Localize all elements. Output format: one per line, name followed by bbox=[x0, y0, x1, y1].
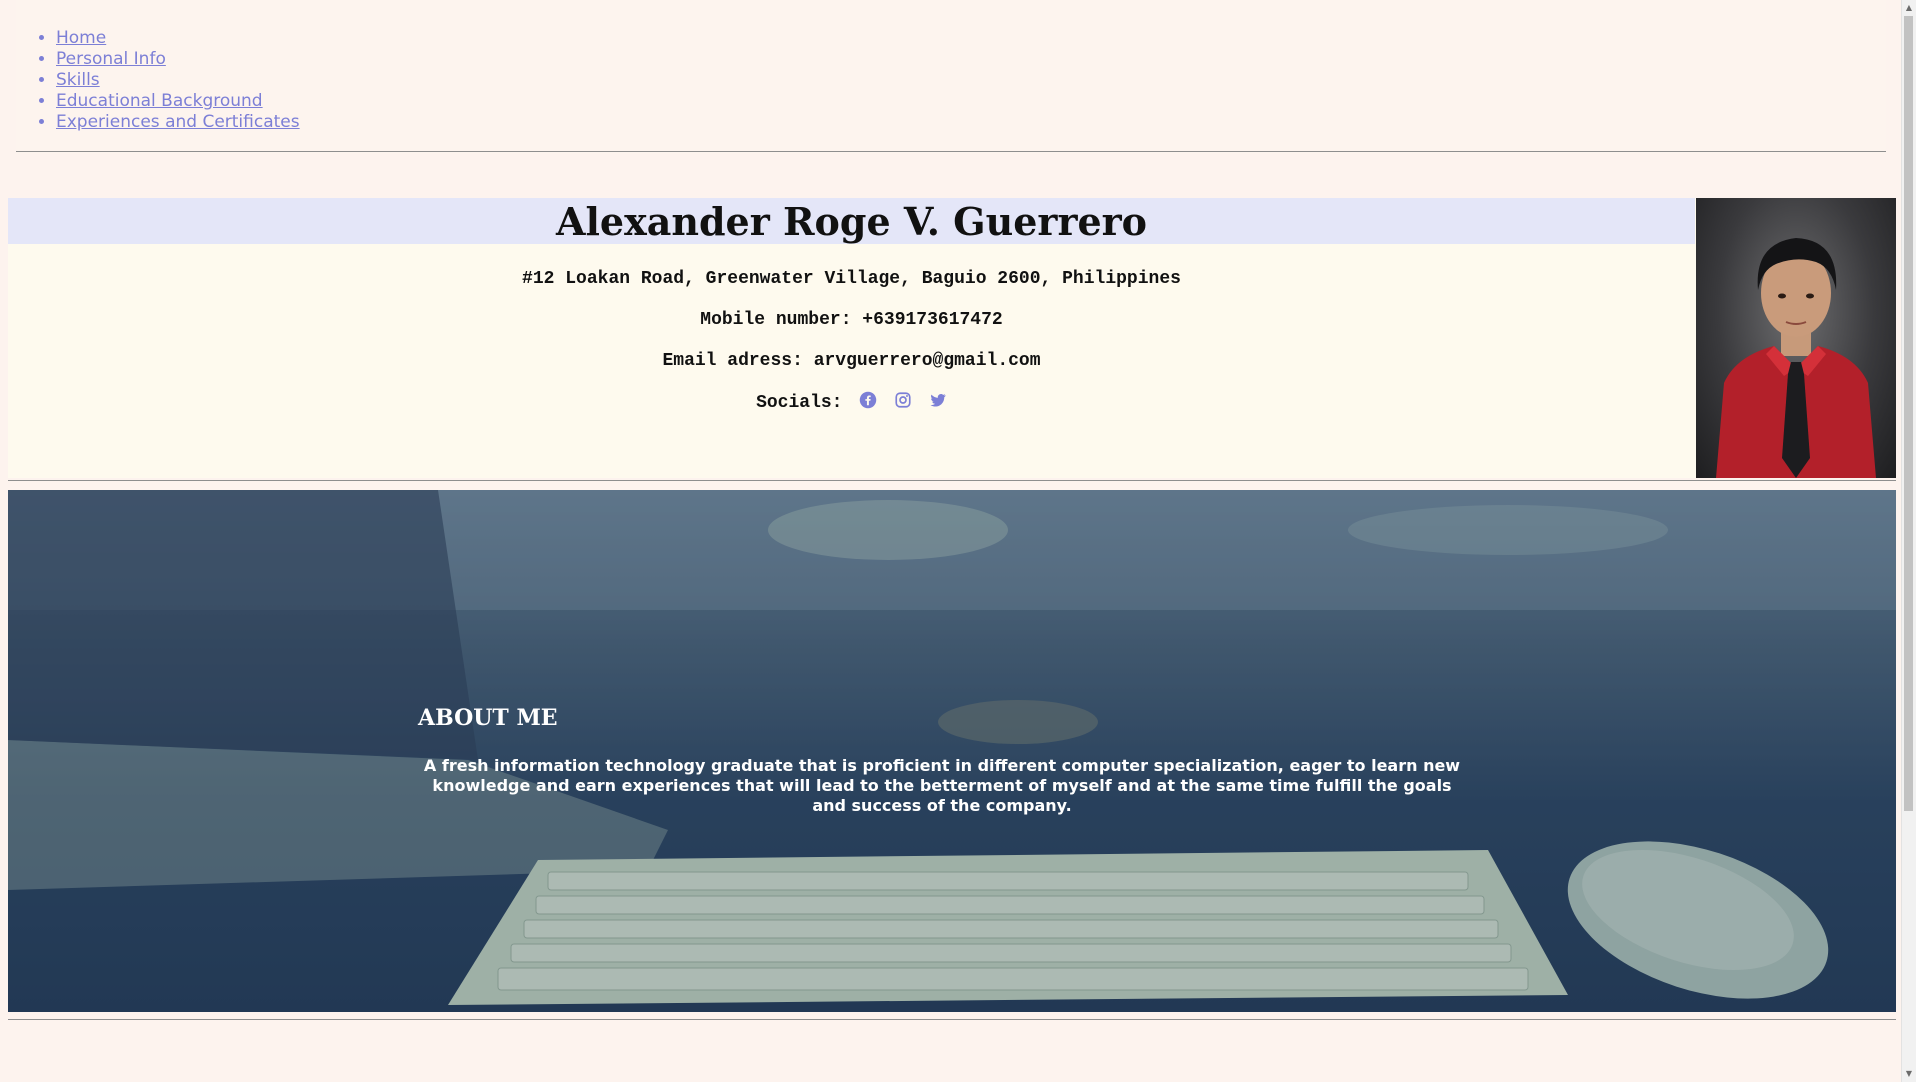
nav-item-experiences: Experiences and Certificates bbox=[56, 112, 1886, 133]
address: #12 Loakan Road, Greenwater Village, Bag… bbox=[522, 269, 1181, 289]
nav-list: Home Personal Info Skills Educational Ba… bbox=[16, 0, 1886, 133]
about-me-section: ABOUT ME A fresh information technology … bbox=[8, 490, 1896, 1012]
nav-item-home: Home bbox=[56, 28, 1886, 49]
socials-row: Socials: bbox=[8, 391, 1695, 414]
contact-details: #12 Loakan Road, Greenwater Village, Bag… bbox=[8, 268, 1695, 433]
socials-label: Socials: bbox=[756, 393, 843, 413]
nav-item-education: Educational Background bbox=[56, 91, 1886, 112]
instagram-icon[interactable] bbox=[894, 391, 912, 409]
top-navigation: Home Personal Info Skills Educational Ba… bbox=[16, 0, 1886, 154]
nav-link-home[interactable]: Home bbox=[56, 28, 106, 48]
nav-item-skills: Skills bbox=[56, 70, 1886, 91]
nav-link-skills[interactable]: Skills bbox=[56, 70, 100, 90]
profile-photo bbox=[1696, 198, 1896, 478]
vertical-scrollbar[interactable]: ▲ ▼ bbox=[1901, 0, 1916, 1082]
desk-background-image bbox=[8, 490, 1896, 1012]
nav-link-experiences[interactable]: Experiences and Certificates bbox=[56, 112, 300, 132]
name-banner: Alexander Roge V. Guerrero bbox=[8, 198, 1695, 244]
section-divider bbox=[8, 480, 1896, 481]
nav-link-education[interactable]: Educational Background bbox=[56, 91, 263, 111]
facebook-icon[interactable] bbox=[859, 391, 877, 409]
personal-info-section: Alexander Roge V. Guerrero #12 Loakan Ro… bbox=[8, 198, 1896, 478]
nav-divider bbox=[16, 151, 1886, 152]
mobile-number: Mobile number: +639173617472 bbox=[700, 310, 1003, 330]
email-address: Email adress: arvguerrero@gmail.com bbox=[662, 351, 1041, 371]
full-name: Alexander Roge V. Guerrero bbox=[555, 199, 1148, 244]
portrait-illustration bbox=[1716, 238, 1876, 478]
scrollbar-thumb[interactable] bbox=[1904, 16, 1913, 811]
nav-item-personal-info: Personal Info bbox=[56, 49, 1886, 70]
twitter-icon[interactable] bbox=[929, 391, 947, 409]
bottom-divider bbox=[8, 1019, 1896, 1020]
about-me-heading: ABOUT ME bbox=[418, 705, 558, 731]
nav-link-personal-info[interactable]: Personal Info bbox=[56, 49, 166, 69]
scroll-down-arrow-icon[interactable]: ▼ bbox=[1904, 1068, 1914, 1080]
about-me-text: A fresh information technology graduate … bbox=[423, 756, 1461, 815]
scroll-up-arrow-icon[interactable]: ▲ bbox=[1904, 2, 1914, 14]
